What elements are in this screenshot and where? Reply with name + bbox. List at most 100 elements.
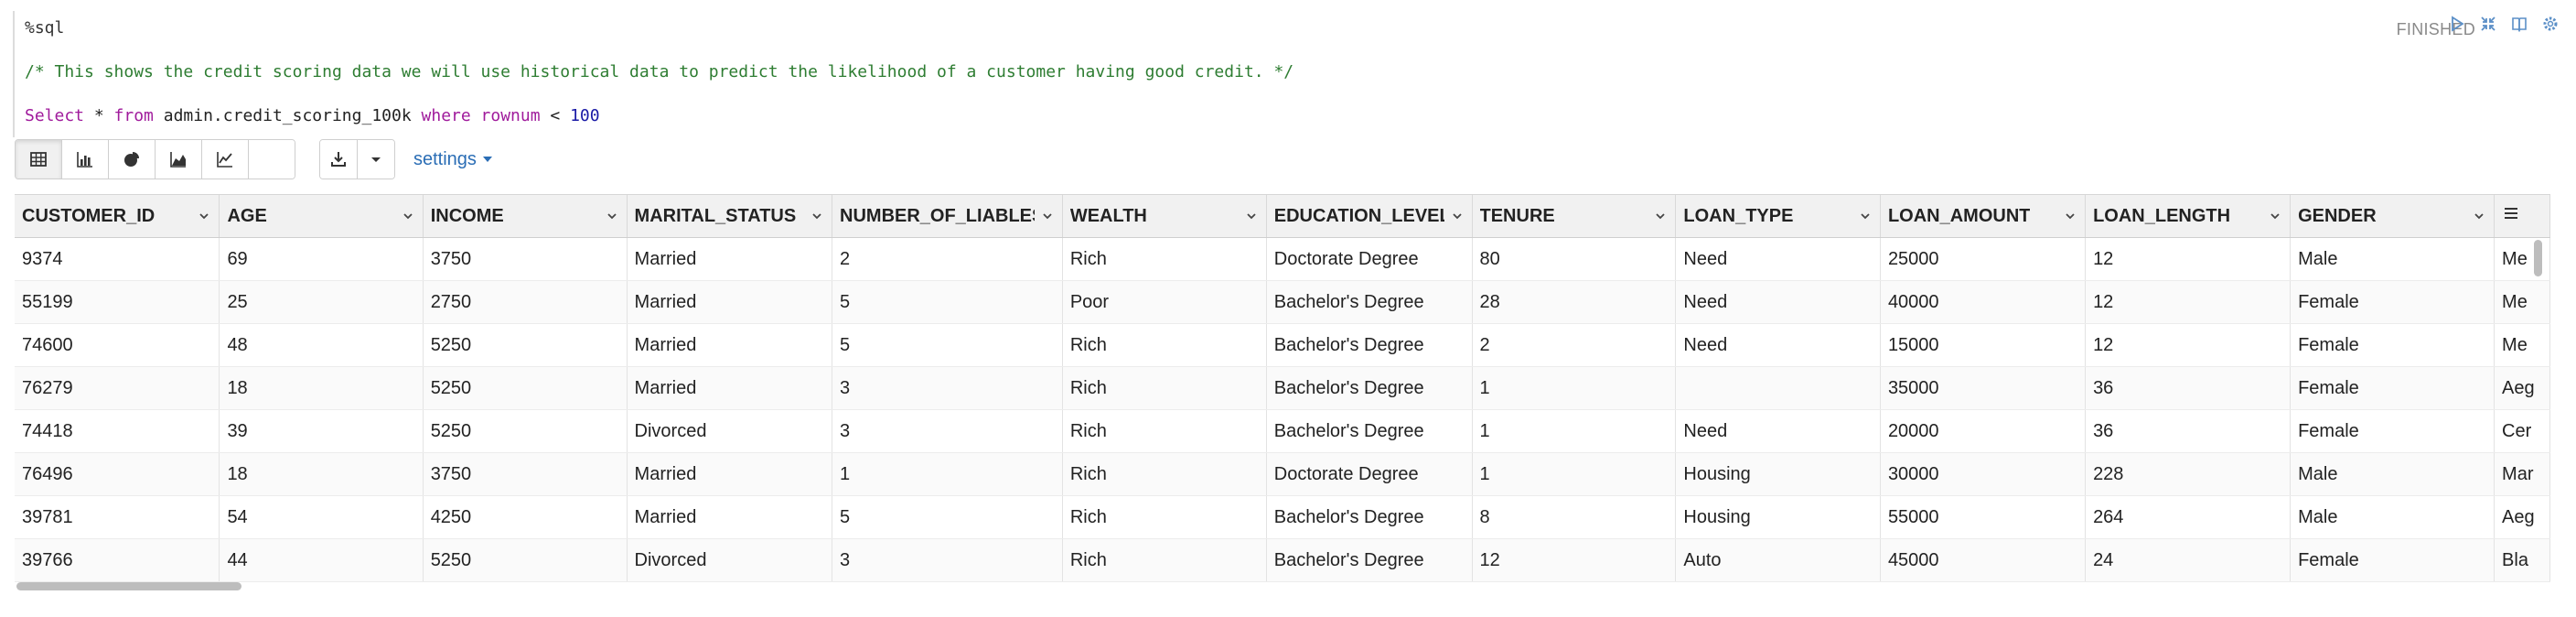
sort-chevron-icon[interactable] (1452, 211, 1463, 222)
table-cell: Married (627, 280, 833, 324)
table-cell: 2750 (423, 280, 628, 324)
hamburger-icon (2505, 208, 2518, 219)
column-header[interactable]: CUSTOMER_ID (15, 195, 220, 238)
table-view-button[interactable] (16, 140, 62, 179)
table-cell: Bachelor's Degree (1266, 280, 1473, 324)
table-row[interactable]: 76279 18 5250 Married 3 Rich Bachelor's Degree… (15, 366, 2550, 410)
run-icon[interactable] (2448, 15, 2466, 33)
table-row[interactable]: 39781 54 4250 Married 5 Rich Bachelor's Degree… (15, 495, 2550, 539)
column-header[interactable]: TENURE (1472, 195, 1677, 238)
table-cell: Married (627, 323, 833, 367)
table-cell: 74600 (15, 323, 220, 367)
column-menu-button[interactable] (2494, 195, 2550, 238)
sort-chevron-icon[interactable] (1860, 211, 1871, 222)
column-header[interactable]: INCOME (423, 195, 628, 238)
table-cell: 25 (219, 280, 424, 324)
column-header-label: TENURE (1479, 205, 1555, 226)
table-cell: Bachelor's Degree (1266, 495, 1473, 539)
code-line-comment[interactable]: /* This shows the credit scoring data we… (25, 62, 1293, 81)
column-header[interactable]: AGE (219, 195, 424, 238)
column-header-label: CUSTOMER_ID (22, 205, 156, 226)
column-header-label: NUMBER_OF_LIABLES (840, 205, 1035, 226)
table-cell: Housing (1675, 452, 1881, 496)
table-cell: 15000 (1880, 323, 2087, 367)
table-cell: 30000 (1880, 452, 2087, 496)
table-cell: 5250 (423, 323, 628, 367)
column-header-label: GENDER (2298, 205, 2377, 226)
bar-chart-button[interactable] (62, 140, 109, 179)
table-cell: 36 (2085, 409, 2292, 453)
table-cell: Female (2290, 323, 2496, 367)
table-cell: 9374 (15, 237, 220, 281)
settings-label: settings (413, 148, 477, 169)
pie-chart-button[interactable] (109, 140, 156, 179)
sort-chevron-icon[interactable] (402, 211, 413, 222)
table-cell: 39 (219, 409, 424, 453)
column-header[interactable]: NUMBER_OF_LIABLES (832, 195, 1063, 238)
table-cell: Aeg (2494, 495, 2550, 539)
table-cell: Doctorate Degree (1266, 237, 1473, 281)
column-header[interactable]: GENDER (2290, 195, 2496, 238)
horizontal-scrollbar-thumb[interactable] (16, 582, 242, 590)
sort-chevron-icon[interactable] (1246, 211, 1257, 222)
download-dropdown-button[interactable] (358, 140, 394, 179)
sort-chevron-icon[interactable] (199, 211, 209, 222)
column-header[interactable]: LOAN_LENGTH (2085, 195, 2292, 238)
column-header[interactable]: LOAN_TYPE (1675, 195, 1881, 238)
table-row[interactable]: 76496 18 3750 Married 1 Rich Doctorate Degree 1… (15, 452, 2550, 496)
line-chart-button[interactable] (202, 140, 249, 179)
table-cell: 69 (219, 237, 424, 281)
sort-chevron-icon[interactable] (2474, 211, 2485, 222)
sort-chevron-icon[interactable] (811, 211, 822, 222)
table-cell: Married (627, 237, 833, 281)
download-button[interactable] (320, 140, 358, 179)
column-header[interactable]: MARITAL_STATUS (627, 195, 833, 238)
column-header-label: LOAN_LENGTH (2093, 205, 2231, 226)
column-header-label: EDUCATION_LEVEL (1273, 205, 1444, 226)
gear-icon[interactable] (2541, 15, 2560, 33)
table-row[interactable]: 9374 69 3750 Married 2 Rich Doctorate Degree 80… (15, 237, 2550, 281)
sort-chevron-icon[interactable] (1042, 211, 1053, 222)
table-cell: 18 (219, 366, 424, 410)
column-header[interactable]: EDUCATION_LEVEL (1266, 195, 1473, 238)
table-cell: Bla (2494, 538, 2550, 582)
code-line-query[interactable]: Select * from admin.credit_scoring_100k … (25, 106, 600, 125)
empty-view-button[interactable] (249, 140, 295, 179)
table-row[interactable]: 74418 39 5250 Divorced 3 Rich Bachelor's Degre… (15, 409, 2550, 453)
table-cell: 28 (1472, 280, 1677, 324)
book-icon[interactable] (2510, 15, 2528, 33)
code-line-magic[interactable]: %sql (25, 18, 64, 38)
vertical-scrollbar-thumb[interactable] (2534, 240, 2542, 276)
column-header[interactable]: LOAN_AMOUNT (1880, 195, 2087, 238)
table-row[interactable]: 55199 25 2750 Married 5 Poor Bachelor's Degree… (15, 280, 2550, 324)
caret-down-icon (482, 157, 492, 162)
table-cell: 1 (1472, 366, 1677, 410)
sort-chevron-icon[interactable] (2065, 211, 2076, 222)
settings-toggle[interactable]: settings (413, 149, 493, 170)
table-cell: Married (627, 495, 833, 539)
column-header-label: LOAN_AMOUNT (1887, 205, 2031, 226)
table-cell: Housing (1675, 495, 1881, 539)
table-cell: 2 (832, 237, 1063, 281)
table-cell: 55199 (15, 280, 220, 324)
table-cell: Bachelor's Degree (1266, 323, 1473, 367)
paragraph-controls (2448, 15, 2560, 33)
table-cell: Need (1675, 323, 1881, 367)
sort-chevron-icon[interactable] (2270, 211, 2281, 222)
query-star: * (84, 106, 114, 125)
paragraph-left-rule (13, 11, 15, 137)
table-row[interactable]: 39766 44 5250 Divorced 3 Rich Bachelor's Degre… (15, 538, 2550, 582)
table-cell: Me (2494, 323, 2550, 367)
result-table-container[interactable]: CUSTOMER_ID AGE INCOME MARITAL_STATUS NUMBER… (15, 194, 2550, 596)
sql-interpreter-tag: %sql (25, 18, 65, 38)
table-icon (30, 152, 47, 167)
collapse-icon[interactable] (2479, 15, 2497, 33)
area-chart-button[interactable] (156, 140, 202, 179)
query-limit-number: 100 (570, 106, 600, 125)
sort-chevron-icon[interactable] (1655, 211, 1666, 222)
line-chart-icon (217, 152, 232, 168)
table-cell: Rich (1062, 409, 1267, 453)
sort-chevron-icon[interactable] (606, 211, 617, 222)
table-row[interactable]: 74600 48 5250 Married 5 Rich Bachelor's Degree… (15, 323, 2550, 367)
column-header[interactable]: WEALTH (1062, 195, 1267, 238)
